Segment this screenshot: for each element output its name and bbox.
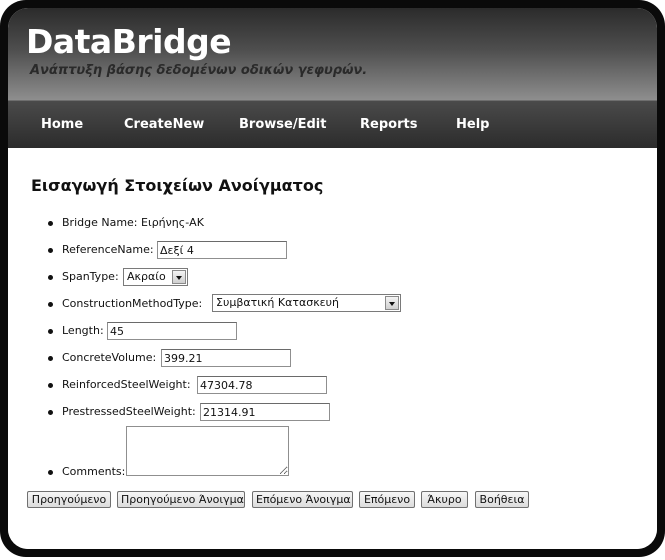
prestressed-steel-input[interactable] — [200, 403, 330, 421]
chevron-down-icon[interactable] — [172, 270, 186, 284]
reinforced-steel-input[interactable] — [197, 376, 327, 394]
cancel-button[interactable]: Άκυρο — [421, 491, 468, 508]
bullet-icon — [48, 410, 53, 415]
bullet-icon — [48, 356, 53, 361]
bullet-icon — [48, 383, 53, 388]
comments-textarea[interactable] — [126, 426, 289, 476]
bullet-icon — [48, 329, 53, 334]
reference-name-input[interactable] — [157, 241, 287, 259]
concrete-volume-input[interactable] — [161, 349, 291, 367]
bullet-icon — [48, 302, 53, 307]
length-input[interactable] — [107, 322, 237, 340]
nav-item-home[interactable]: Home — [41, 101, 83, 148]
comments-label: Comments: — [62, 465, 126, 478]
concrete-volume-label: ConcreteVolume: — [62, 351, 157, 364]
app-shell: DataBridge Ανάπτυξη βάσης δεδομένων οδικ… — [8, 8, 657, 549]
bullet-icon — [48, 221, 53, 226]
bridge-name-value: Ειρήνης-ΑΚ — [141, 216, 204, 229]
construction-method-value: Συμβατική Κατασκευή — [216, 296, 339, 309]
span-type-select[interactable]: Ακραίο — [123, 268, 188, 286]
bridge-name-caption: Bridge Name: — [62, 216, 138, 229]
span-type-label: SpanType: — [62, 270, 119, 283]
help-button[interactable]: Βοήθεια — [475, 491, 529, 508]
next-button[interactable]: Επόμενο — [359, 491, 415, 508]
construction-method-select[interactable]: Συμβατική Κατασκευή — [212, 294, 401, 312]
nav-item-reports[interactable]: Reports — [360, 101, 417, 148]
site-header: DataBridge Ανάπτυξη βάσης δεδομένων οδικ… — [8, 8, 657, 100]
next-span-button[interactable]: Επόμενο Άνοιγμα — [252, 491, 353, 508]
site-subtitle: Ανάπτυξη βάσης δεδομένων οδικών γεφυρών. — [30, 63, 368, 78]
previous-button[interactable]: Προηγούμενο — [27, 491, 111, 508]
span-type-value: Ακραίο — [127, 270, 166, 283]
nav-item-browse-edit[interactable]: Browse/Edit — [239, 101, 326, 148]
bridge-name-label: Bridge Name: Ειρήνης-ΑΚ — [62, 216, 204, 229]
length-label: Length: — [62, 324, 104, 337]
prestressed-steel-label: PrestressedSteelWeight: — [62, 405, 196, 418]
bullet-icon — [48, 470, 53, 475]
main-content: Εισαγωγή Στοιχείων Ανοίγματος Bridge Nam… — [8, 148, 657, 549]
reinforced-steel-label: ReinforcedSteelWeight: — [62, 378, 191, 391]
main-nav: Home CreateNew Browse/Edit Reports Help — [8, 100, 657, 148]
page: DataBridge Ανάπτυξη βάσης δεδομένων οδικ… — [0, 0, 665, 560]
bullet-icon — [48, 275, 53, 280]
nav-item-create-new[interactable]: CreateNew — [124, 101, 204, 148]
reference-name-label: ReferenceName: — [62, 243, 154, 256]
construction-method-label: ConstructionMethodType: — [62, 297, 203, 310]
site-title: DataBridge — [26, 22, 232, 61]
page-title: Εισαγωγή Στοιχείων Ανοίγματος — [31, 176, 324, 195]
previous-span-button[interactable]: Προηγούμενο Άνοιγμα — [117, 491, 245, 508]
bullet-icon — [48, 248, 53, 253]
nav-item-help[interactable]: Help — [456, 101, 489, 148]
chevron-down-icon[interactable] — [385, 296, 399, 310]
